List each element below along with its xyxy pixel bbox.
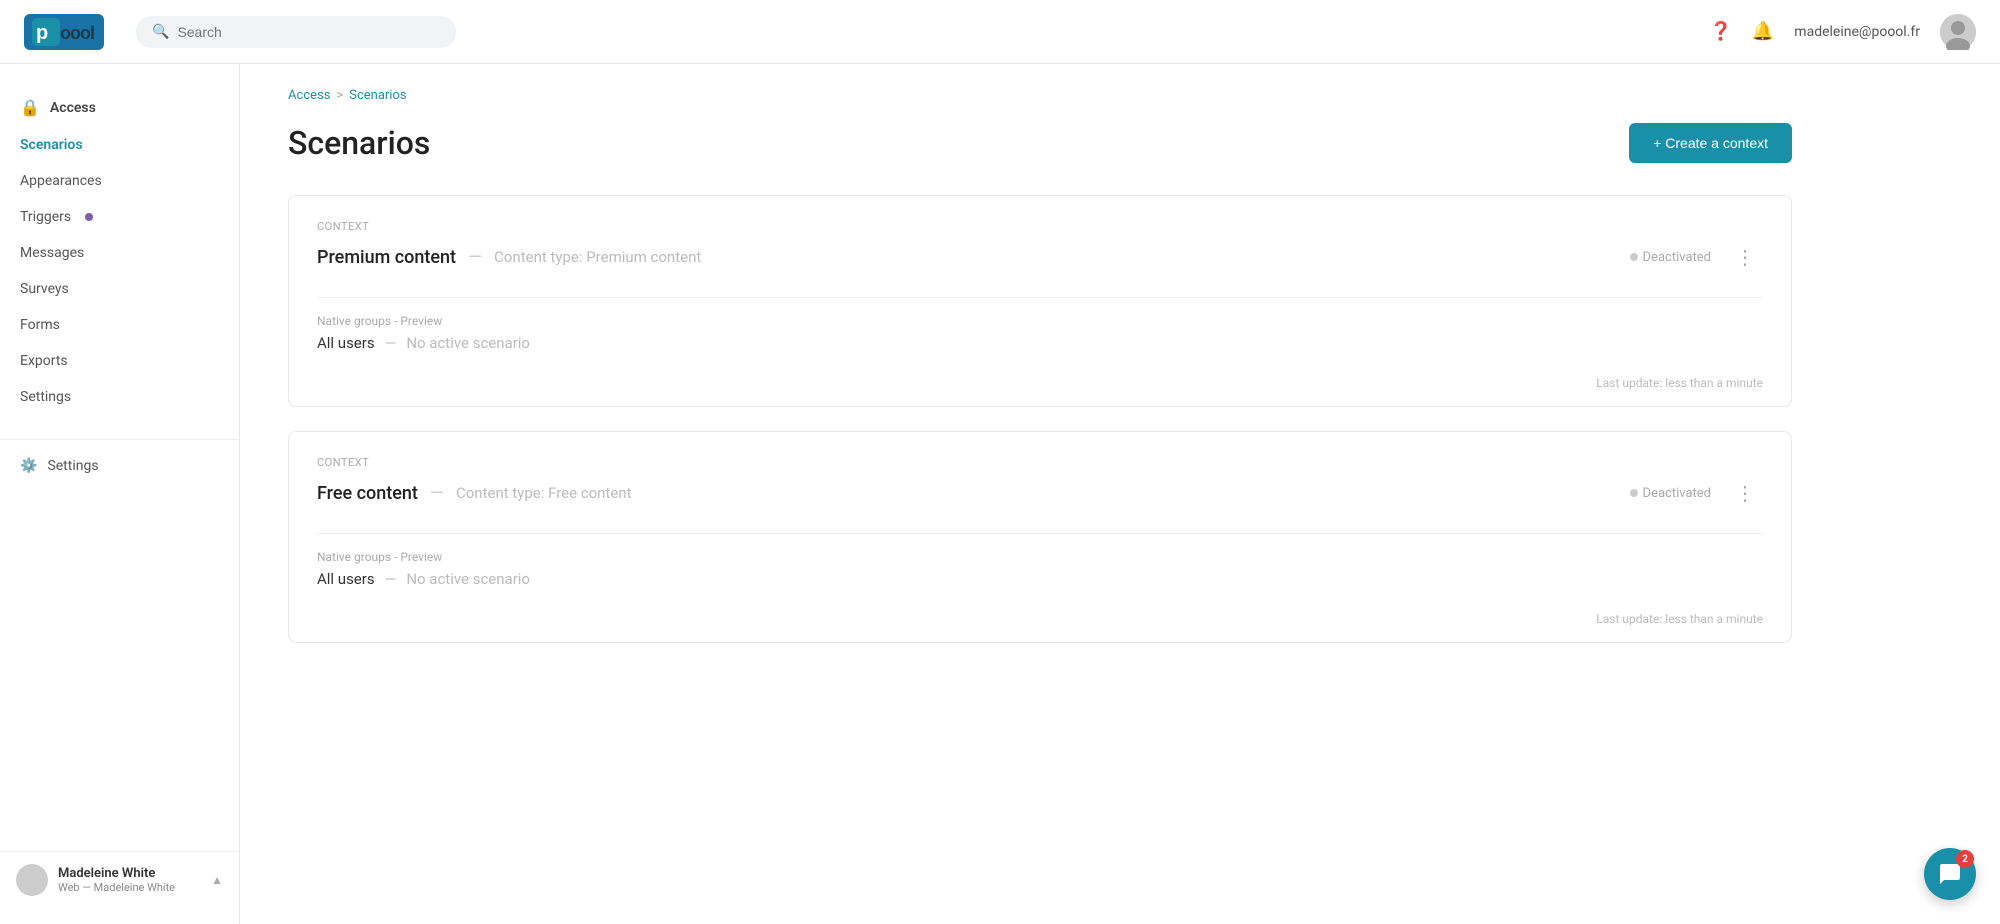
card-free-group-label: Native groups - Preview: [317, 550, 1763, 564]
lock-icon: 🔒: [20, 98, 40, 117]
card-free-type: Content type: Free content: [456, 484, 632, 502]
notification-icon[interactable]: 🔔: [1752, 21, 1774, 42]
card-premium-name: Premium content: [317, 247, 456, 268]
card-premium-footer: Last update: less than a minute: [289, 368, 1791, 406]
breadcrumb-parent[interactable]: Access: [288, 88, 330, 103]
logo: p oool: [24, 14, 104, 50]
breadcrumb-current: Scenarios: [349, 88, 406, 103]
card-premium-group-sep: —: [385, 334, 397, 352]
sidebar-access-label: Access: [50, 100, 96, 116]
card-premium-title-right: Deactivated ⋮: [1630, 241, 1763, 273]
card-premium-menu[interactable]: ⋮: [1727, 241, 1763, 273]
card-premium-group-label: Native groups - Preview: [317, 314, 1763, 328]
breadcrumb: Access > Scenarios: [288, 88, 1792, 103]
card-premium-type: Content type: Premium content: [494, 248, 701, 266]
topbar-right: ❓ 🔔 madeleine@poool.fr: [1709, 14, 1976, 50]
page-title: Scenarios: [288, 124, 430, 162]
card-premium-context-label: Context: [317, 220, 1763, 233]
sidebar-user-sub: Web — Madeleine White: [58, 881, 201, 894]
deactivated-dot-2: [1630, 489, 1638, 497]
card-free-group-status: No active scenario: [406, 570, 530, 588]
chat-bubble[interactable]: 2: [1924, 848, 1976, 900]
sidebar-messages-label: Messages: [20, 245, 84, 261]
sidebar-item-settings[interactable]: ⚙️ Settings: [0, 448, 239, 484]
page-header: Scenarios + Create a context: [288, 123, 1792, 163]
card-premium-group-row: Native groups - Preview All users — No a…: [289, 298, 1791, 368]
help-icon[interactable]: ❓: [1709, 21, 1731, 42]
sidebar: 🔒 Access Scenarios Appearances Triggers …: [0, 64, 240, 924]
card-premium-sep: —: [468, 247, 482, 268]
card-free-group-sep: —: [385, 570, 397, 588]
triggers-dot: [85, 213, 93, 221]
card-free-sep: —: [430, 483, 444, 504]
card-premium-title-left: Premium content — Content type: Premium …: [317, 247, 701, 268]
sidebar-triggers-label: Triggers: [20, 209, 71, 225]
card-free-group-name: All users: [317, 570, 375, 588]
sidebar-item-exports[interactable]: Exports: [0, 343, 239, 379]
search-bar[interactable]: 🔍: [136, 16, 456, 48]
chevron-up-icon: ▲: [211, 873, 223, 887]
sidebar-user-name: Madeleine White: [58, 866, 201, 881]
layout: 🔒 Access Scenarios Appearances Triggers …: [0, 64, 2000, 924]
sidebar-scenarios-label: Scenarios: [20, 137, 83, 153]
sidebar-item-settings-sub[interactable]: Settings: [0, 379, 239, 415]
main-content: Access > Scenarios Scenarios + Create a …: [240, 64, 2000, 924]
logo-image: p oool: [24, 14, 104, 50]
sidebar-user-section[interactable]: Madeleine White Web — Madeleine White ▲: [0, 851, 239, 908]
card-premium-status-label: Deactivated: [1643, 250, 1711, 265]
card-free-title-row: Free content — Content type: Free conten…: [317, 477, 1763, 509]
svg-text:oool: oool: [60, 23, 94, 43]
card-premium-group-status: No active scenario: [406, 334, 530, 352]
card-free-status: Deactivated: [1630, 486, 1711, 501]
card-free-menu[interactable]: ⋮: [1727, 477, 1763, 509]
card-free-footer: Last update: less than a minute: [289, 604, 1791, 642]
svg-text:p: p: [36, 22, 48, 44]
card-free-title-left: Free content — Content type: Free conten…: [317, 483, 632, 504]
card-premium-last-update: Last update: less than a minute: [1596, 376, 1763, 390]
sidebar-access-section: 🔒 Access Scenarios Appearances Triggers …: [0, 80, 239, 423]
sidebar-forms-label: Forms: [20, 317, 60, 333]
search-icon: 🔍: [152, 24, 169, 40]
card-free-group-row: Native groups - Preview All users — No a…: [289, 534, 1791, 604]
sidebar-item-scenarios[interactable]: Scenarios: [0, 127, 239, 163]
sidebar-item-appearances[interactable]: Appearances: [0, 163, 239, 199]
chat-badge: 2: [1956, 850, 1974, 868]
card-premium-header: Context Premium content — Content type: …: [289, 196, 1791, 297]
sidebar-item-forms[interactable]: Forms: [0, 307, 239, 343]
sidebar-item-triggers[interactable]: Triggers: [0, 199, 239, 235]
sidebar-user-info: Madeleine White Web — Madeleine White: [58, 866, 201, 894]
card-free-group-content: All users — No active scenario: [317, 570, 1763, 588]
card-premium-title-row: Premium content — Content type: Premium …: [317, 241, 1763, 273]
sidebar-access-header: 🔒 Access: [0, 88, 239, 127]
sidebar-settings-sub-label: Settings: [20, 389, 71, 405]
sidebar-surveys-label: Surveys: [20, 281, 69, 297]
card-free-header: Context Free content — Content type: Fre…: [289, 432, 1791, 533]
sidebar-appearances-label: Appearances: [20, 173, 102, 189]
card-premium-content: Context Premium content — Content type: …: [288, 195, 1792, 407]
topbar: p oool 🔍 ❓ 🔔 madeleine@poool.fr: [0, 0, 2000, 64]
search-input[interactable]: [177, 24, 440, 40]
sidebar-item-surveys[interactable]: Surveys: [0, 271, 239, 307]
create-context-button[interactable]: + Create a context: [1629, 123, 1792, 163]
card-free-name: Free content: [317, 483, 418, 504]
card-premium-group-name: All users: [317, 334, 375, 352]
user-email: madeleine@poool.fr: [1794, 24, 1920, 40]
card-premium-status: Deactivated: [1630, 250, 1711, 265]
card-free-context-label: Context: [317, 456, 1763, 469]
card-free-last-update: Last update: less than a minute: [1596, 612, 1763, 626]
card-free-title-right: Deactivated ⋮: [1630, 477, 1763, 509]
breadcrumb-separator: >: [336, 88, 343, 103]
card-free-content: Context Free content — Content type: Fre…: [288, 431, 1792, 643]
sidebar-settings-label: Settings: [47, 458, 98, 474]
deactivated-dot: [1630, 253, 1638, 261]
avatar[interactable]: [1940, 14, 1976, 50]
sidebar-avatar: [16, 864, 48, 896]
settings-icon: ⚙️: [20, 458, 37, 474]
sidebar-item-messages[interactable]: Messages: [0, 235, 239, 271]
card-free-status-label: Deactivated: [1643, 486, 1711, 501]
sidebar-exports-label: Exports: [20, 353, 68, 369]
card-premium-group-content: All users — No active scenario: [317, 334, 1763, 352]
